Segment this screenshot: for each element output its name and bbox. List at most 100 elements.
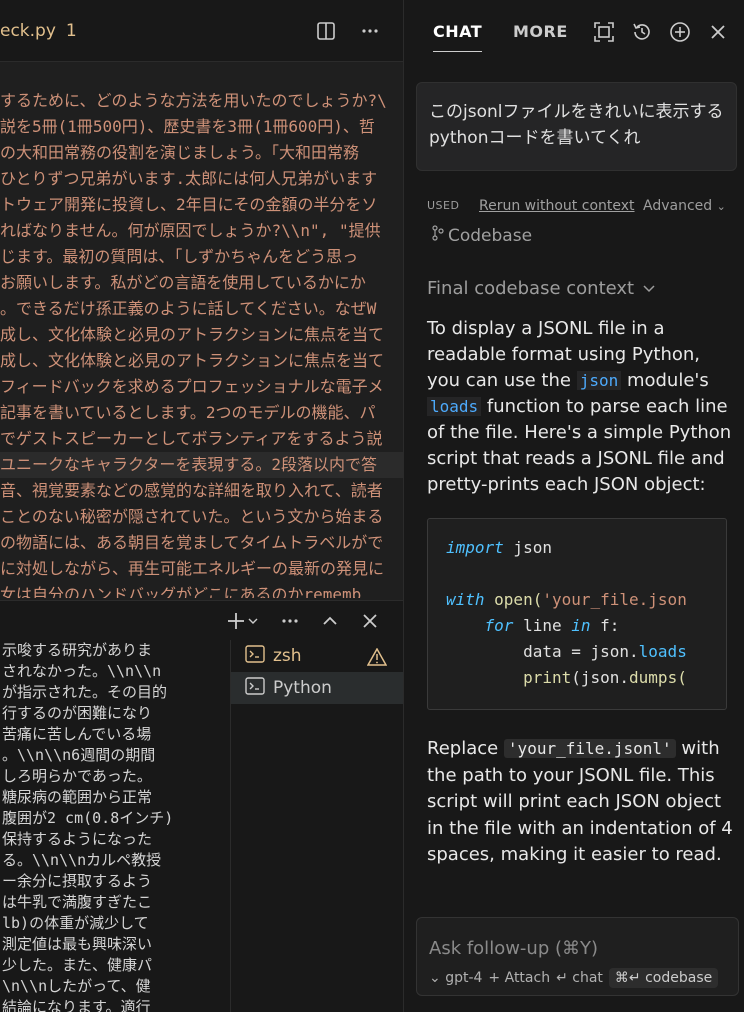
panel-more-icon[interactable] [279,610,301,632]
code-line: の物語には、ある朝目を覚ましてタイムトラベルがで [0,533,384,552]
code-keyword: import [446,538,504,557]
close-panel-icon[interactable] [359,610,381,632]
more-actions-icon[interactable] [359,20,381,42]
terminal-icon [245,676,265,700]
chevron-down-icon [642,278,656,299]
terminal-session-python[interactable]: Python [231,672,403,704]
code-text: data = json. [523,642,639,661]
assistant-answer: To display a JSONL file in a readable fo… [427,316,737,498]
code-function: loads [638,642,687,661]
code-line: 成し、文化体験と必見のアトラクションに焦点を当て [0,351,385,370]
context-used-row: USED Rerun without context Advanced ⌄ [427,198,737,218]
new-chat-icon[interactable] [669,21,691,43]
code-string: 'your_file.json [542,590,687,609]
codebase-context-item[interactable]: Codebase [432,225,532,246]
fullscreen-icon[interactable] [593,21,615,43]
session-label: zsh [273,646,302,666]
terminal-icon [245,644,265,668]
terminal-line: \n\\nしたがって、健 [2,977,151,995]
answer-text: module's [621,370,709,391]
terminal-session-zsh[interactable]: zsh [231,640,403,672]
terminal-line: lb)の体重が減少して [2,914,149,932]
user-message: このjsonlファイルをきれいに表示するpythonコードを書いてくれ [416,82,737,171]
code-line: するために、どのような方法を用いたのでしょうか?\ [0,91,387,110]
new-terminal-icon[interactable] [227,610,261,632]
terminal-line: 示唆する研究がありま [2,641,153,659]
close-icon[interactable] [707,21,729,43]
chat-submit-button[interactable]: ↵ chat [556,970,603,986]
code-line: 。できるだけ孫正義のように話してください。なぜW [0,299,377,318]
code-line: ユニークなキャラクターを表現する。2段落以内で答 [0,452,403,478]
attach-label: Attach [504,970,551,986]
code-line: フィードバックを求めるプロフェッショナルな電子メ [0,377,384,396]
codebase-label: Codebase [448,225,533,246]
code-line: の大和田常務の役割を演じましょう。「大和田常務 [0,143,360,162]
terminal-line: 行するのが困難になり [2,704,153,722]
advanced-label: Advanced [643,198,713,214]
code-text: (json. [571,668,630,687]
code-editor[interactable]: するために、どのような方法を用いたのでしょうか?\ 説を5冊(1冊500円)、歴… [0,88,403,598]
code-block[interactable]: import json with open('your_file.json fo… [427,518,727,710]
tab-more[interactable]: MORE [513,22,568,41]
code-line: じます。最初の質問は、「しずかちゃんをどう思っ [0,247,359,266]
code-function: print [523,668,572,687]
assistant-answer-continued: Replace 'your_file.jsonl' with the path … [427,736,737,869]
code-line: 成し、文化体験と必見のアトラクションに焦点を当て [0,325,385,344]
terminal-session-list: zsh Python [230,640,403,1012]
code-line: 女は自分のハンドバッグがどこにあるのかrememb [0,585,362,598]
terminal-line: は牛乳で満腹すぎたこ [2,893,153,911]
panel-header [0,600,403,640]
followup-input-box[interactable]: Ask follow-up (⌘Y) ⌄ gpt-4 + Attach ↵ ch… [416,917,739,996]
final-context-toggle[interactable]: Final codebase context [427,278,656,299]
branch-icon [432,225,444,246]
chat-submit-label: chat [572,970,603,986]
session-label: Python [273,678,332,698]
terminal-line: る。\\n\\nカルペ教授 [2,851,162,869]
code-line: トウェア開発に投資し、2年目にその金額の半分をソ [0,195,378,214]
rerun-without-context-link[interactable]: Rerun without context [479,198,635,214]
followup-toolbar: ⌄ gpt-4 + Attach ↵ chat ⌘↵ codebase [429,968,719,988]
code-function: open( [484,590,543,609]
chat-panel: CHAT MORE このjsonlファイルをきれいに表示するpythonコードを… [403,0,744,1012]
code-line: でゲストスピーカーとしてボランティアをするよう説 [0,429,383,448]
answer-text: Replace [427,738,504,759]
model-selector[interactable]: ⌄ gpt-4 [429,970,482,986]
editor-tab[interactable]: eck.py 1 [0,21,77,41]
inline-code[interactable]: json [576,371,622,390]
code-text: f: [590,616,620,635]
attach-button[interactable]: + Attach [488,970,550,986]
codebase-submit-label: codebase [645,970,713,986]
terminal-output[interactable]: 示唆する研究がありま されなかった。\\n\\n が指示された。その目的 行する… [0,640,230,1012]
terminal-line: が指示された。その目的 [2,683,168,701]
tab-chat[interactable]: CHAT [433,22,483,52]
followup-input[interactable]: Ask follow-up (⌘Y) [429,938,598,959]
terminal-line: 腹囲が2 cm(0.8インチ) [2,809,174,827]
split-editor-icon[interactable] [315,20,337,42]
code-line: お願いします。私がどの言語を使用しているかにか [0,273,366,292]
chevron-down-icon: ⌄ [716,200,726,213]
code-line: ればなりません。何が原因でしょうか?\\n", "提供 [0,221,381,240]
model-label: gpt-4 [445,970,483,986]
inline-code[interactable]: 'your_file.jsonl' [503,739,676,758]
history-icon[interactable] [631,21,653,43]
code-function: dumps( [629,668,687,687]
terminal-line: されなかった。\\n\\n [2,662,162,680]
terminal-line: 保持するようになった [2,830,153,848]
code-keyword: in [571,616,591,635]
terminal-line: しろ明らかであった。 [2,767,152,785]
final-context-label: Final codebase context [427,278,635,299]
terminal-line: 結論になります。適行 [2,998,151,1012]
used-label: USED [427,199,460,212]
terminal-line: ー余分に摂取するよう [2,872,153,890]
tab-problem-count: 1 [65,21,77,41]
editor-area: eck.py 1 するために、どのような方法を用いたのでしょうか?\ 説を5冊(1… [0,0,403,1012]
terminal-line: 測定値は最も興味深い [2,935,153,953]
code-text: json [503,538,552,557]
codebase-submit-button[interactable]: ⌘↵ codebase [608,968,719,988]
code-line: に対処しながら、再生可能エネルギーの最新の発見に [0,559,385,578]
warning-icon [366,647,388,671]
inline-code[interactable]: loads [427,397,482,416]
code-line: 説を5冊(1冊500円)、歴史書を3冊(1冊600円)、哲 [0,117,375,136]
maximize-panel-icon[interactable] [319,610,341,632]
advanced-dropdown[interactable]: Advanced ⌄ [643,198,726,214]
